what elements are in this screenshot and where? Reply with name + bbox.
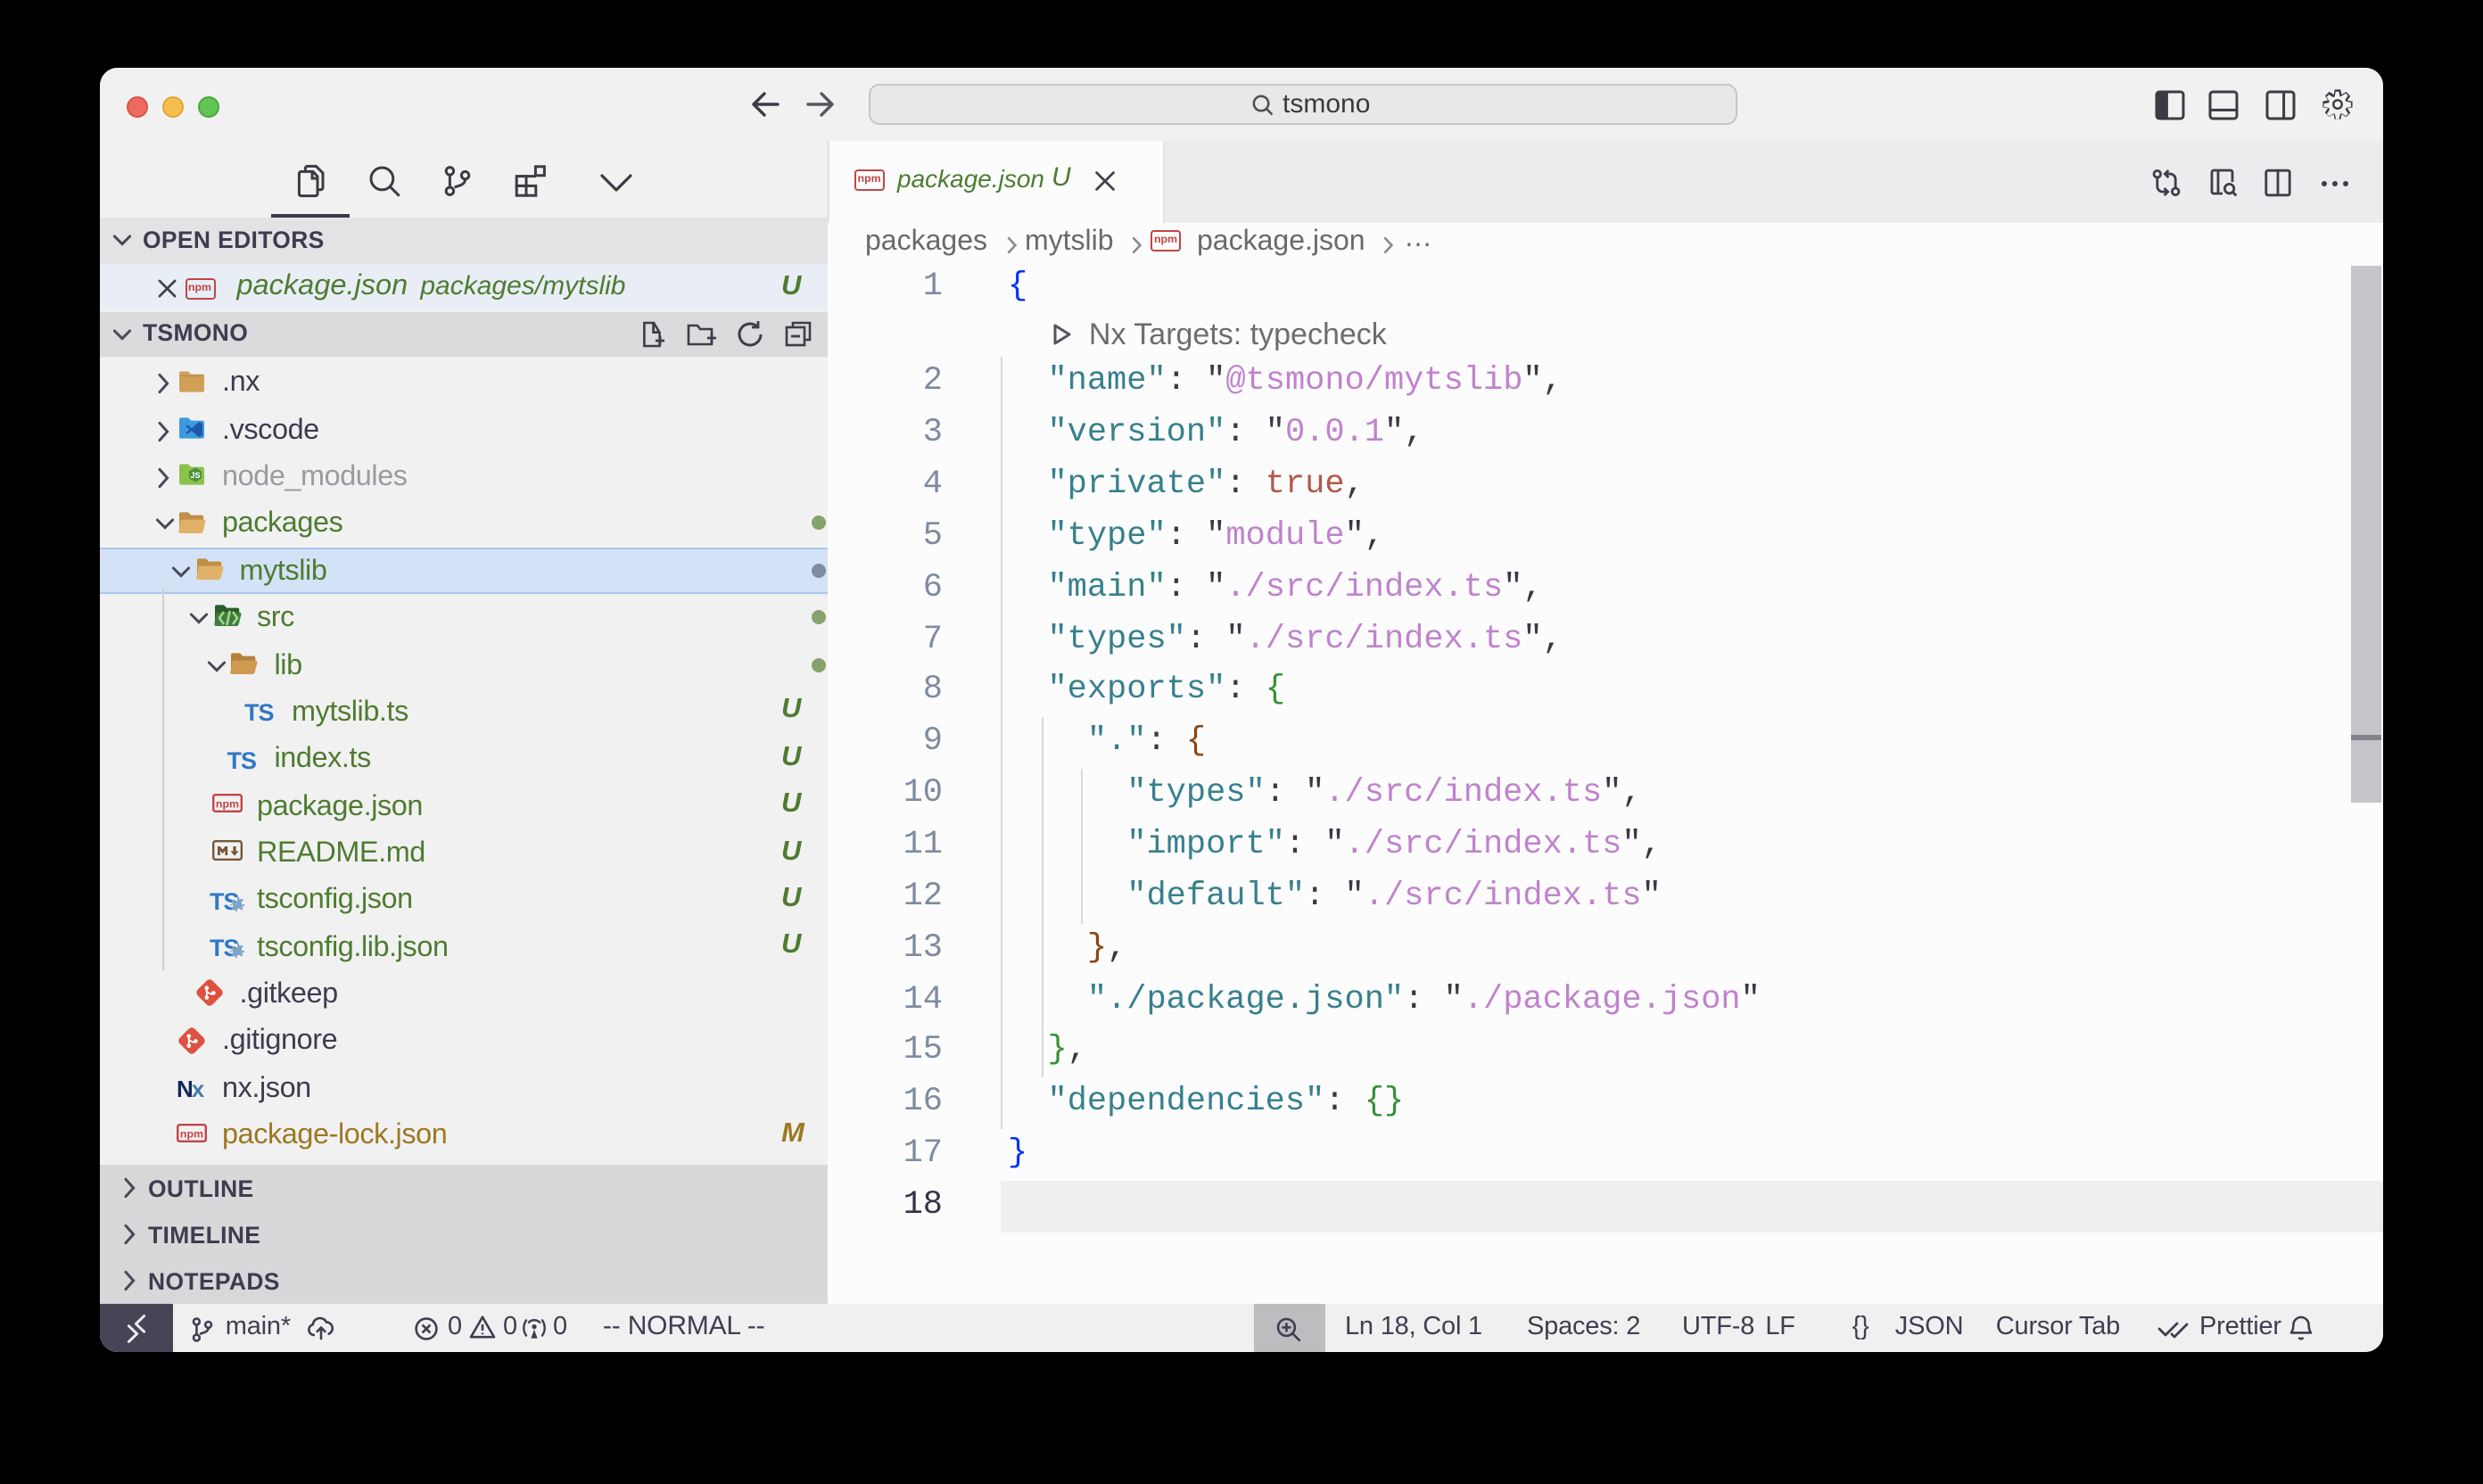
svg-text:JS: JS bbox=[190, 472, 200, 481]
svg-text:npm: npm bbox=[215, 798, 238, 811]
svg-text:npm: npm bbox=[180, 1127, 203, 1140]
